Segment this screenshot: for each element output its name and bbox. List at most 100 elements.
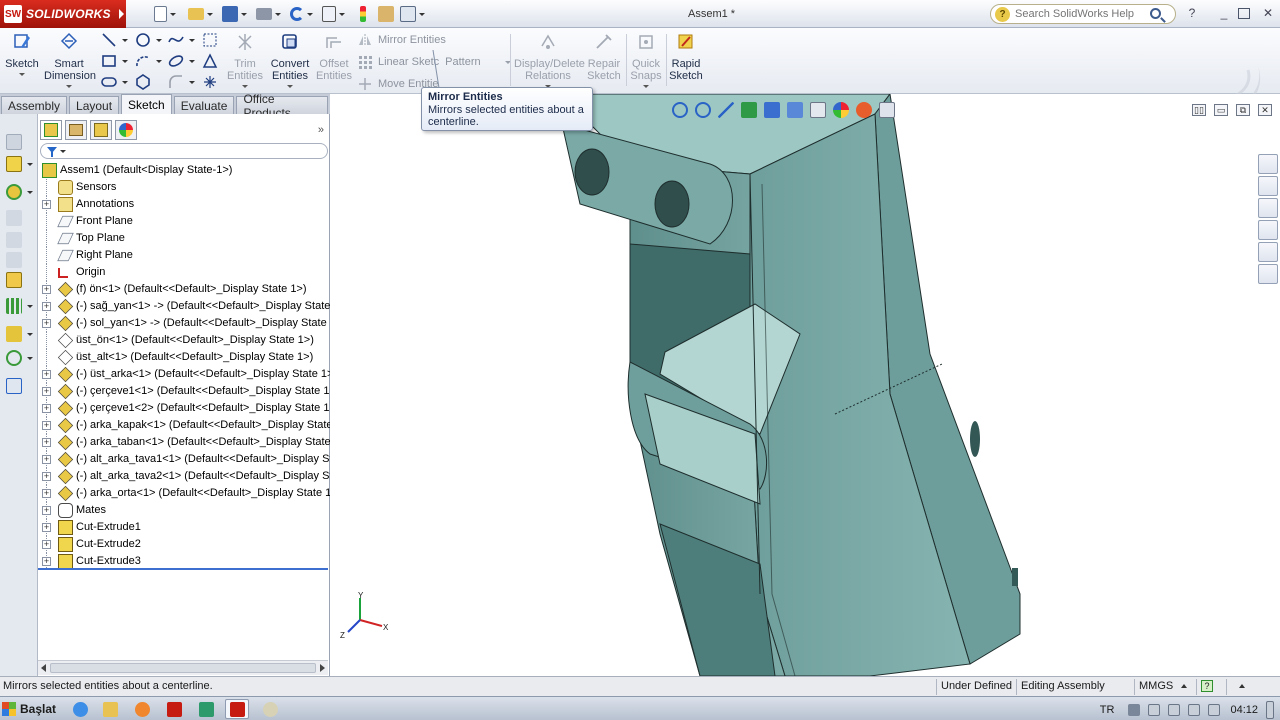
expand-toggle[interactable]: + — [42, 387, 51, 396]
view-orientation-icon[interactable] — [764, 102, 780, 118]
search-icon[interactable] — [1150, 8, 1161, 19]
view-settings-icon[interactable] — [879, 102, 895, 118]
pattern-icon[interactable] — [6, 298, 22, 314]
tab-evaluate[interactable]: Evaluate — [173, 96, 235, 114]
ellipse-icon[interactable] — [168, 53, 184, 69]
taskbar-app-green[interactable] — [194, 699, 218, 719]
help-button[interactable]: ? — [1184, 6, 1200, 20]
unit-system-selector[interactable]: MMGS — [1134, 679, 1188, 695]
close-button[interactable]: ✕ — [1260, 6, 1276, 20]
reference-geometry-icon[interactable] — [6, 326, 22, 342]
plane-sketch-icon[interactable] — [202, 32, 218, 48]
zoom-to-area-icon[interactable] — [695, 102, 711, 118]
tree-item[interactable]: + Cut-Extrude1 — [38, 519, 330, 536]
volume-icon[interactable] — [1188, 704, 1201, 716]
expand-toggle[interactable]: + — [42, 302, 51, 311]
viewport-split-icon[interactable]: ▭ — [1214, 104, 1228, 116]
minimize-button[interactable]: _ — [1216, 6, 1232, 20]
solidworks-resources-icon[interactable] — [1258, 154, 1278, 174]
show-desktop-button[interactable] — [1266, 701, 1274, 719]
tab-layout[interactable]: Layout — [69, 96, 120, 114]
scroll-thumb[interactable] — [50, 663, 316, 673]
tree-item[interactable]: + (-) arka_orta<1> (Default<<Default>_Dis… — [38, 485, 330, 502]
action-center-icon[interactable] — [1168, 704, 1181, 716]
start-button[interactable]: Başlat — [2, 699, 58, 719]
tree-item[interactable]: + (-) sağ_yan<1> -> (Default<<Default>_Di… — [38, 298, 330, 315]
tree-item[interactable]: Front Plane — [38, 213, 330, 230]
exploded-view-icon[interactable] — [6, 350, 22, 366]
select-button[interactable] — [322, 4, 345, 24]
convert-entities-button[interactable]: Convert Entities — [268, 30, 312, 88]
taskbar-solidworks-active[interactable] — [225, 699, 249, 719]
display-style-icon[interactable] — [787, 102, 803, 118]
tree-item[interactable]: + (-) arka_kapak<1> (Default<<Default>_Di… — [38, 417, 330, 434]
scroll-left-icon[interactable] — [41, 664, 46, 672]
viewport-tile-icon[interactable]: ▯▯ — [1192, 104, 1206, 116]
spline-icon[interactable] — [168, 32, 184, 48]
tree-item[interactable]: üst_alt<1> (Default<<Default>_Display St… — [38, 349, 330, 366]
appearances-icon[interactable] — [1258, 242, 1278, 262]
zoom-to-fit-icon[interactable] — [672, 102, 688, 118]
quick-snaps-button[interactable]: Quick Snaps — [628, 30, 664, 88]
expand-toggle[interactable]: + — [42, 455, 51, 464]
expand-toggle[interactable]: + — [42, 540, 51, 549]
repair-sketch-button[interactable]: Repair Sketch — [584, 30, 624, 82]
line-icon[interactable] — [101, 32, 117, 48]
options-button[interactable] — [400, 4, 425, 24]
expand-toggle[interactable]: + — [42, 285, 51, 294]
new-document-button[interactable] — [154, 4, 176, 24]
input-language[interactable]: TR — [1100, 704, 1115, 716]
new-part-icon[interactable] — [6, 156, 22, 172]
fillet-icon[interactable] — [168, 74, 184, 90]
tree-filter-box[interactable] — [40, 143, 328, 159]
arc-icon[interactable] — [135, 53, 151, 69]
tree-item[interactable]: + (-) arka_taban<1> (Default<<Default>_Di… — [38, 434, 330, 451]
expand-toggle[interactable]: + — [42, 523, 51, 532]
move-component-icon[interactable] — [6, 272, 22, 288]
expand-toggle[interactable]: + — [42, 370, 51, 379]
smart-fasteners-icon[interactable] — [6, 252, 22, 268]
tab-assembly[interactable]: Assembly — [1, 96, 68, 114]
tree-item[interactable]: + (-) alt_arka_tava1<1> (Default<<Default… — [38, 451, 330, 468]
clock[interactable]: 04:12 — [1230, 704, 1258, 716]
expand-toggle[interactable]: + — [42, 506, 51, 515]
taskbar-media-player[interactable] — [130, 699, 154, 719]
tab-sketch[interactable]: Sketch — [121, 94, 172, 114]
taskbar-ie[interactable] — [68, 699, 92, 719]
tree-item[interactable]: + Cut-Extrude2 — [38, 536, 330, 553]
tree-item[interactable]: Top Plane — [38, 230, 330, 247]
display-manager-tab[interactable] — [115, 120, 137, 140]
expand-toggle[interactable]: + — [42, 404, 51, 413]
expand-toggle[interactable]: + — [42, 421, 51, 430]
tab-office-products[interactable]: Office Products — [236, 92, 328, 120]
tree-item[interactable]: + (f) ön<1> (Default<<Default>_Display St… — [38, 281, 330, 298]
tree-item[interactable]: + (-) çerçeve1<1> (Default<<Default>_Disp… — [38, 383, 330, 400]
expand-toggle[interactable]: + — [42, 438, 51, 447]
edit-appearance-icon[interactable] — [833, 102, 849, 118]
rectangle-icon[interactable] — [101, 53, 117, 69]
status-options-arrow[interactable] — [1226, 679, 1276, 695]
tree-item[interactable]: + (-) üst_arka<1> (Default<<Default>_Disp… — [38, 366, 330, 383]
feature-tree-tab[interactable] — [40, 120, 62, 140]
component-preview-icon[interactable] — [6, 210, 22, 226]
custom-properties-icon[interactable] — [1258, 264, 1278, 284]
network-icon[interactable] — [1148, 704, 1161, 716]
tree-item[interactable]: Origin — [38, 264, 330, 281]
instant-3d-icon[interactable] — [6, 378, 22, 394]
circle-icon[interactable] — [135, 32, 151, 48]
graphics-area[interactable]: ▯▯ ▭ ⧉ ✕ Y X Z — [330, 94, 1280, 676]
text-sketch-icon[interactable] — [202, 53, 218, 69]
tree-item[interactable]: + (-) çerçeve1<2> (Default<<Default>_Disp… — [38, 400, 330, 417]
tree-item[interactable]: + Mates — [38, 502, 330, 519]
taskbar-solidworks-1[interactable] — [162, 699, 186, 719]
save-button[interactable] — [222, 4, 247, 24]
restore-button[interactable] — [1238, 8, 1250, 19]
mirror-entities-button[interactable]: Mirror Entities — [358, 33, 446, 47]
display-icon[interactable] — [1208, 704, 1221, 716]
assembly-model[interactable] — [330, 94, 1280, 676]
viewport-restore-icon[interactable]: ⧉ — [1236, 104, 1250, 116]
tree-item[interactable]: + (-) sol_yan<1> -> (Default<<Default>_Di… — [38, 315, 330, 332]
search-help-box[interactable]: ? — [990, 4, 1176, 24]
point-icon[interactable] — [202, 74, 218, 90]
sketch-button[interactable]: Sketch — [4, 30, 40, 76]
